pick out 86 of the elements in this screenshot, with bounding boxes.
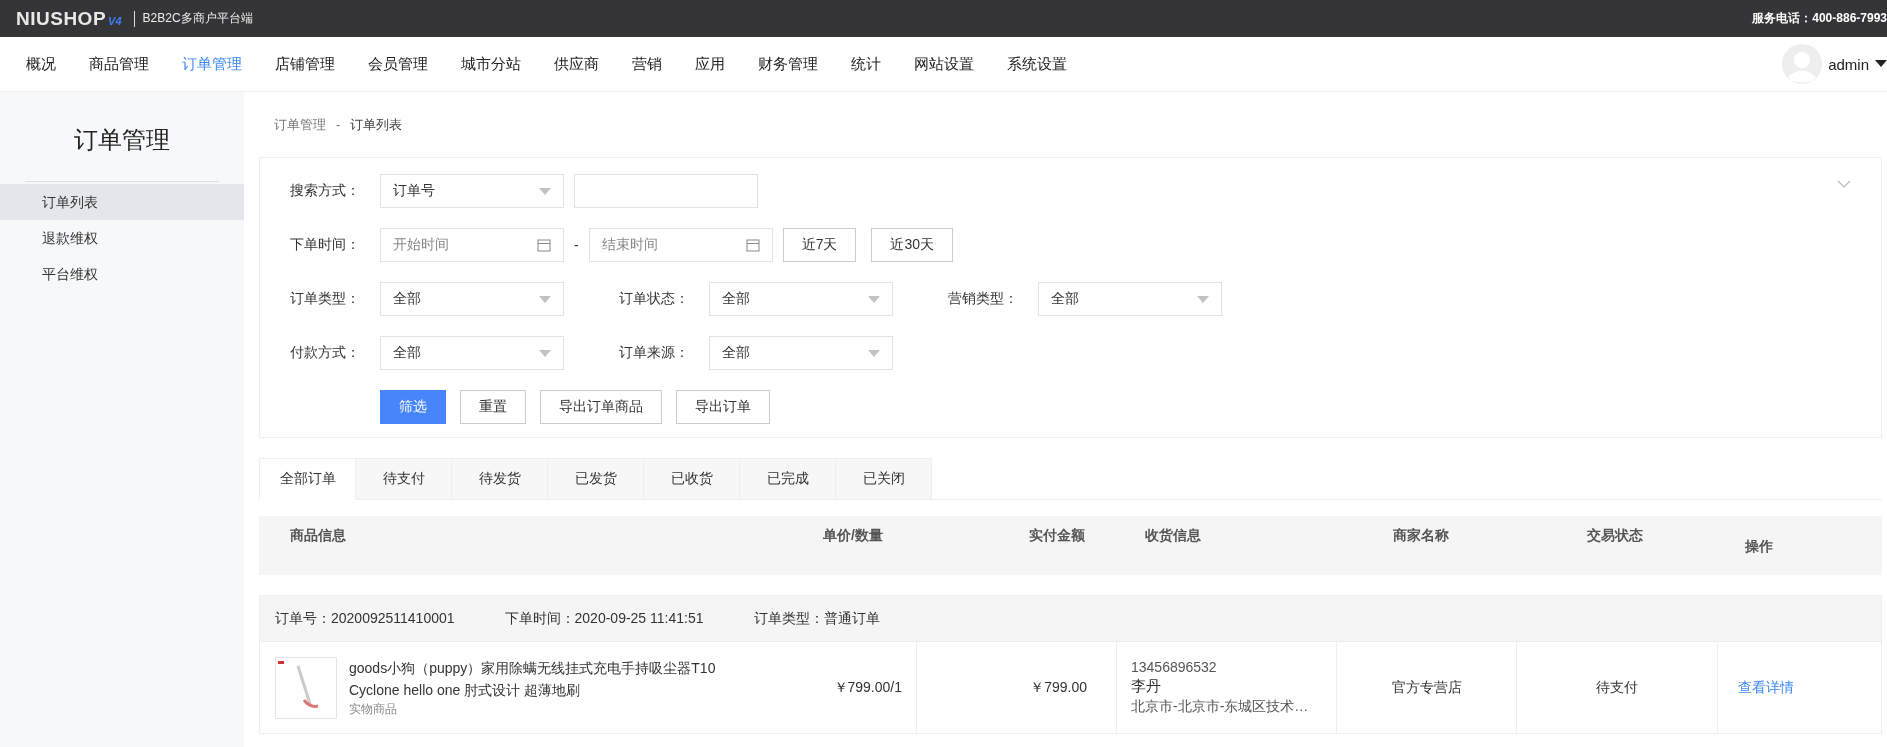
table-cell: 官方专营店: [1336, 642, 1516, 733]
nav-item[interactable]: 供应商: [554, 54, 599, 74]
sidebar-item[interactable]: 平台维权: [0, 256, 244, 292]
nav-item[interactable]: 应用: [695, 54, 725, 74]
platform-name: B2B2C多商户平台端: [142, 10, 253, 27]
date-range-button[interactable]: 近7天: [782, 228, 857, 262]
view-details-link[interactable]: 查看详情: [1738, 678, 1794, 697]
nav-item[interactable]: 网站设置: [914, 54, 974, 74]
product-image: [275, 656, 337, 719]
nav-item[interactable]: 订单管理: [182, 54, 242, 74]
nav-item[interactable]: 概况: [26, 54, 56, 74]
date-field[interactable]: 开始时间: [380, 228, 564, 262]
product-type: 实物商品: [349, 701, 398, 718]
action-button[interactable]: 重置: [460, 390, 526, 424]
receiver-phone: 13456896532: [1131, 659, 1217, 675]
search-input[interactable]: [574, 174, 758, 208]
nav-item[interactable]: 统计: [851, 54, 881, 74]
column-header: 操作: [1744, 537, 1774, 556]
select-field[interactable]: 订单号: [380, 174, 564, 208]
calendar-icon: [745, 238, 760, 252]
receiver-address: 北京市-北京市-东城区技术…: [1131, 698, 1309, 716]
caret-icon[interactable]: [1875, 60, 1887, 68]
field-label: 订单状态：: [618, 290, 690, 308]
select-field[interactable]: 全部: [1038, 282, 1222, 316]
nav-item[interactable]: 店铺管理: [275, 54, 335, 74]
table-cell: 待支付: [1516, 642, 1717, 733]
dropdown-arrow-icon: [539, 187, 551, 195]
product-name[interactable]: goods小狗（puppy）家用除螨无线挂式充电手持吸尘器T10 Cyclone hello one 肘式设计 超薄地刷: [349, 657, 721, 701]
order-number: 订单号：2020092511410001: [275, 609, 455, 628]
order-time: 下单时间：2020-09-25 11:41:51: [504, 609, 704, 628]
tab[interactable]: 全部订单: [259, 458, 356, 500]
column-header: 单价/数量: [822, 526, 884, 545]
version-label: V4: [108, 15, 122, 27]
field-label: 订单来源：: [618, 344, 690, 362]
dropdown-arrow-icon: [868, 349, 880, 357]
range-separator: -: [574, 237, 579, 253]
action-button[interactable]: 导出订单商品: [540, 390, 662, 424]
column-header: 交易状态: [1586, 526, 1644, 545]
breadcrumb-item: 订单列表: [350, 115, 403, 134]
field-label: 营销类型：: [947, 290, 1019, 308]
select-field[interactable]: 全部: [380, 282, 564, 316]
tab[interactable]: 待发货: [452, 458, 548, 500]
field-label: 付款方式：: [289, 344, 361, 362]
dropdown-arrow-icon: [868, 295, 880, 303]
nav-item[interactable]: 会员管理: [368, 54, 428, 74]
dropdown-arrow-icon: [539, 295, 551, 303]
field-label: 搜索方式：: [289, 182, 361, 200]
logo-text: NIUSHOP: [16, 7, 107, 30]
receiver-name: 李丹: [1131, 677, 1161, 696]
sidebar-title: 订单管理: [73, 125, 171, 155]
table-cell-text: ￥799.00/1: [832, 677, 903, 697]
column-header: 收货信息: [1144, 526, 1202, 545]
nav-item[interactable]: 城市分站: [461, 54, 521, 74]
tab[interactable]: 待支付: [356, 458, 452, 500]
select-field[interactable]: 全部: [709, 336, 893, 370]
select-field[interactable]: 全部: [380, 336, 564, 370]
dropdown-arrow-icon: [1197, 295, 1209, 303]
tab[interactable]: 已关闭: [836, 458, 932, 500]
action-button[interactable]: 导出订单: [676, 390, 770, 424]
select-field[interactable]: 全部: [709, 282, 893, 316]
column-header: 实付金额: [1028, 526, 1086, 545]
tab[interactable]: 已完成: [740, 458, 836, 500]
sidebar-item[interactable]: 退款维权: [0, 220, 244, 256]
order-type: 订单类型：普通订单: [753, 609, 880, 628]
nav-item[interactable]: 财务管理: [758, 54, 818, 74]
date-field[interactable]: 结束时间: [588, 228, 773, 262]
nav-item[interactable]: 系统设置: [1007, 54, 1067, 74]
nav-item[interactable]: 商品管理: [89, 54, 149, 74]
tab[interactable]: 已发货: [548, 458, 644, 500]
filter-button[interactable]: 筛选: [380, 390, 446, 424]
nav-item[interactable]: 营销: [632, 54, 662, 74]
user-name[interactable]: admin: [1828, 55, 1869, 73]
column-header: 商品信息: [289, 526, 347, 545]
hotline-text: 服务电话：400-886-7993: [1752, 10, 1887, 27]
table-cell: ￥799.00: [916, 642, 1116, 733]
calendar-icon: [537, 238, 551, 252]
breadcrumb-item: -: [336, 117, 341, 132]
field-label: 订单类型：: [289, 290, 361, 308]
column-header: 商家名称: [1392, 526, 1450, 545]
dropdown-arrow-icon: [539, 349, 551, 357]
date-range-button[interactable]: 近30天: [871, 228, 954, 262]
tab[interactable]: 已收货: [644, 458, 740, 500]
breadcrumb-item[interactable]: 订单管理: [274, 115, 326, 134]
field-label: 下单时间：: [289, 236, 361, 254]
chevron-down-icon[interactable]: [1837, 180, 1851, 188]
sidebar-item[interactable]: 订单列表: [0, 184, 244, 220]
